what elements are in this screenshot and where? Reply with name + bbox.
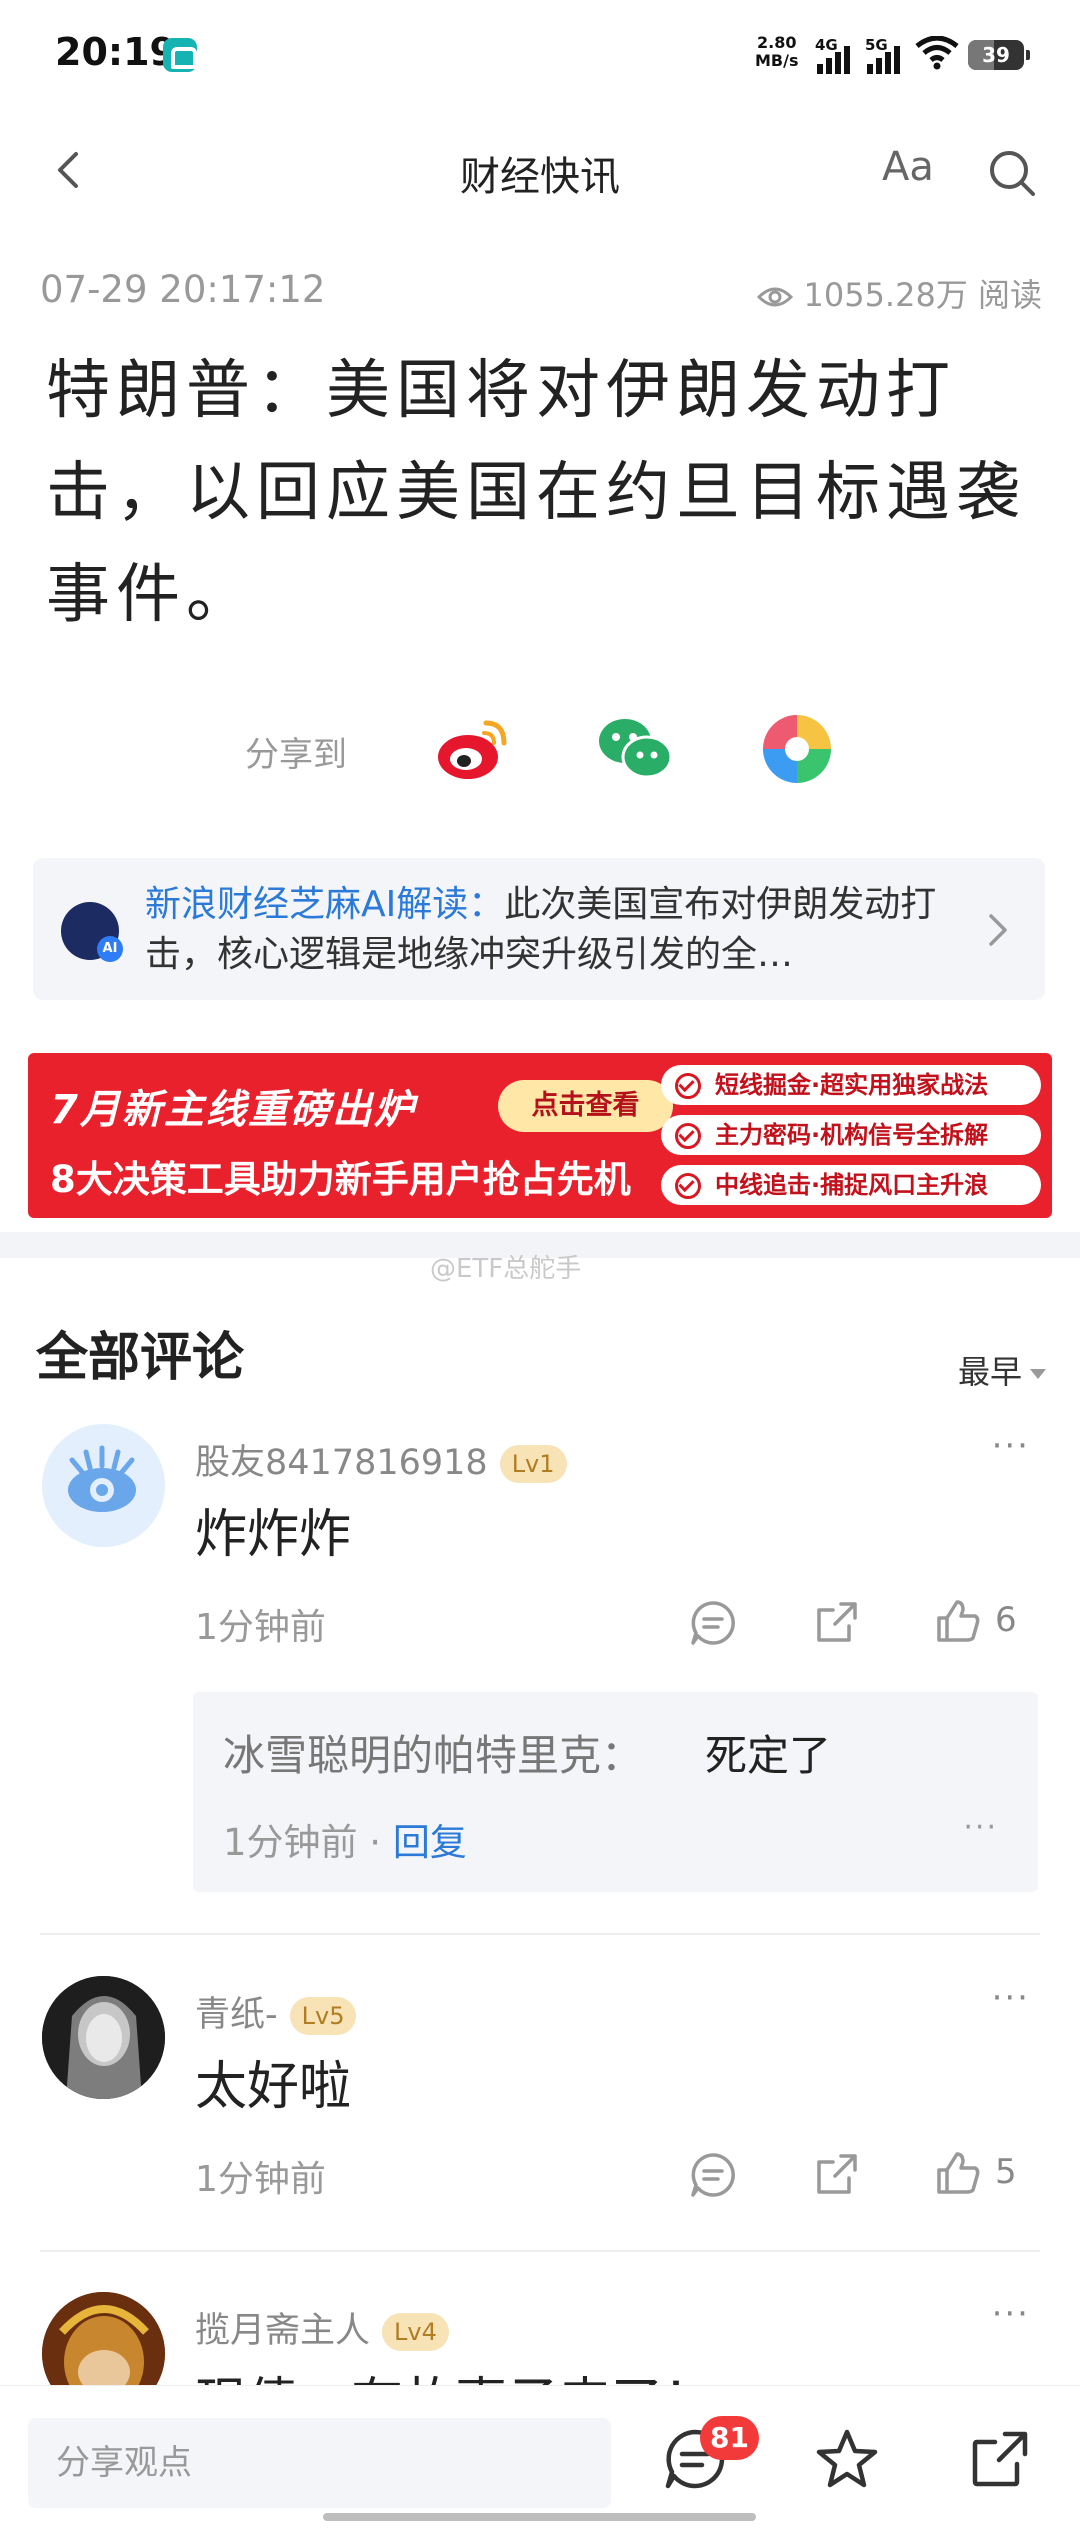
home-indicator: [323, 2513, 756, 2521]
comment-text: 现债，有故事子来了！: [195, 2360, 715, 2385]
app-notification-icon: [163, 38, 197, 72]
comment-item: 青纸- Lv5 ··· 太好啦 1分钟前 5: [0, 1972, 1080, 2272]
user-photo-icon: [42, 2292, 165, 2385]
ai-logo-icon: [61, 902, 123, 962]
avatar[interactable]: [42, 1976, 165, 2099]
wechat-icon[interactable]: [595, 713, 675, 785]
more-options-icon[interactable]: ···: [992, 1978, 1030, 2018]
comment-username[interactable]: 股友8417816918 Lv1: [195, 1434, 567, 1485]
status-time: 20:19: [55, 30, 176, 74]
promo-banner[interactable]: 7月新主线重磅出炉 点击查看 8大决策工具助力新手用户抢占先机 短线掘金·超实用…: [28, 1053, 1052, 1218]
comment-text: 炸炸炸: [195, 1505, 352, 1565]
sort-dropdown[interactable]: 最早: [958, 1347, 1046, 1393]
reply-meta: 1分钟前 · 回复: [223, 1821, 467, 1864]
weibo-icon[interactable]: [432, 713, 512, 785]
like-icon[interactable]: [933, 2148, 983, 2198]
like-count: 5: [995, 2152, 1017, 2192]
comments-title: 全部评论: [36, 1328, 245, 1388]
signal-5g-icon: 5G: [865, 36, 909, 74]
comment-time: 1分钟前: [195, 1607, 326, 1648]
like-count: 6: [995, 1600, 1017, 1640]
level-badge: Lv5: [289, 1997, 357, 2035]
reply-text: 死定了: [705, 1731, 832, 1780]
divider: [40, 1933, 1040, 1935]
default-avatar-icon: [68, 1445, 136, 1512]
level-badge: Lv1: [499, 1445, 567, 1483]
comment-item: 揽月斋主人Lv4 ··· 现债，有故事子来了！: [0, 2288, 1080, 2385]
network-speed: 2.80 MB/s: [755, 33, 799, 70]
divider: [40, 2250, 1040, 2252]
user-photo-icon: [42, 1976, 165, 2099]
comment-username[interactable]: 揽月斋主人 Lv4: [195, 2302, 449, 2353]
nav-bar: 财经快讯 Aa: [0, 120, 1080, 220]
signal-4g-icon: 4G: [815, 36, 859, 74]
search-icon[interactable]: [985, 146, 1041, 202]
reply-icon[interactable]: [688, 1598, 738, 1648]
font-size-button[interactable]: Aa: [882, 144, 934, 190]
battery-icon: 39: [968, 40, 1030, 70]
article-datetime: 07-29 20:17:12: [40, 268, 326, 311]
share-icon[interactable]: [965, 2424, 1035, 2494]
avatar[interactable]: [42, 1424, 165, 1547]
share-icon[interactable]: [811, 1598, 861, 1648]
comment-input[interactable]: 分享观点: [28, 2418, 611, 2508]
wifi-icon: [915, 36, 959, 70]
eye-icon: [757, 287, 794, 307]
ai-analysis-card[interactable]: 新浪财经芝麻AI解读：此次美国宣布对伊朗发动打击，核心逻辑是地缘冲突升级引发的全…: [33, 858, 1045, 1000]
caret-down-icon: [1030, 1369, 1046, 1379]
banner-subline: 8大决策工具助力新手用户抢占先机: [50, 1158, 631, 1201]
avatar[interactable]: [42, 2292, 165, 2385]
watermark: @ETF总舵手: [430, 1254, 582, 1284]
status-bar: 20:19 2.80 MB/s 4G 5G 39: [0, 0, 1080, 110]
banner-pill: 主力密码·机构信号全拆解: [661, 1115, 1041, 1155]
like-icon[interactable]: [933, 1596, 983, 1646]
bottom-bar: 分享观点 81: [0, 2385, 1080, 2532]
chevron-right-icon: [989, 914, 1007, 946]
share-row: 分享到: [0, 705, 1080, 795]
share-label: 分享到: [245, 735, 347, 775]
reply-button[interactable]: 回复: [393, 1821, 467, 1864]
moments-icon[interactable]: [757, 713, 837, 785]
comment-time: 1分钟前: [195, 2159, 326, 2200]
view-count: 1055.28万 阅读: [757, 270, 1042, 316]
article-meta: 07-29 20:17:12 1055.28万 阅读: [40, 262, 1042, 314]
more-options-icon[interactable]: ···: [963, 1810, 998, 1845]
ai-analysis-text: 新浪财经芝麻AI解读：此次美国宣布对伊朗发动打击，核心逻辑是地缘冲突升级引发的全…: [145, 884, 937, 975]
more-options-icon[interactable]: ···: [992, 2294, 1030, 2334]
article-headline: 特朗普：美国将对伊朗发动打击，以回应美国在约旦目标遇袭事件。: [46, 354, 1026, 632]
comment-username[interactable]: 青纸- Lv5: [195, 1986, 357, 2037]
comments-header: 全部评论 最早: [36, 1315, 1046, 1391]
level-badge: Lv4: [382, 2313, 449, 2351]
share-icon[interactable]: [811, 2150, 861, 2200]
reply-icon[interactable]: [688, 2150, 738, 2200]
star-icon[interactable]: [812, 2424, 882, 2494]
comment-item: 股友8417816918 Lv1 ··· 炸炸炸 1分钟前 6 冰雪聪明的帕特里克…: [0, 1420, 1080, 1940]
comment-text: 太好啦: [195, 2057, 352, 2117]
banner-pill: 短线掘金·超实用独家战法: [661, 1065, 1041, 1105]
banner-pill: 中线追击·捕捉风口主升浪: [661, 1165, 1041, 1205]
comment-count-badge: 81: [700, 2416, 759, 2460]
banner-view-button[interactable]: 点击查看: [498, 1080, 673, 1132]
more-options-icon[interactable]: ···: [992, 1426, 1030, 1466]
reply-box[interactable]: 冰雪聪明的帕特里克： 死定了 1分钟前 · 回复 ···: [193, 1692, 1038, 1892]
reply-username[interactable]: 冰雪聪明的帕特里克：: [223, 1722, 643, 1783]
banner-headline: 7月新主线重磅出炉: [50, 1087, 416, 1133]
